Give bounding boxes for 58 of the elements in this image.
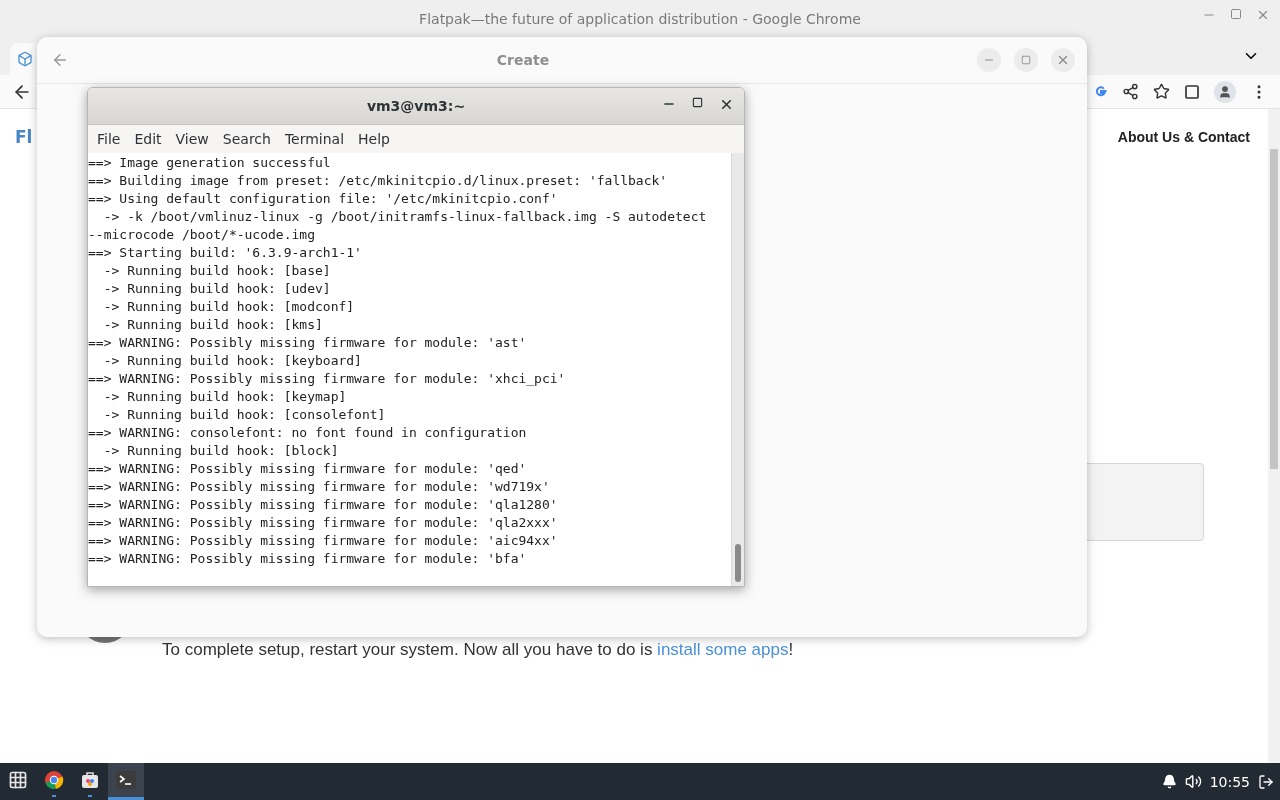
google-logo-icon[interactable]: [1094, 84, 1108, 99]
terminal-title: vm3@vm3:~: [366, 98, 466, 114]
terminal-line: --microcode /boot/*-ucode.img: [88, 226, 316, 244]
menu-item[interactable]: Edit: [127, 131, 169, 147]
terminal-line: -> Running build hook: [keymap]: [102, 388, 348, 406]
terminal-line: ==> WARNING: Possibly missing firmware for module: 'qla1280': [88, 496, 559, 514]
terminal-line: ==> WARNING: Possibly missing firmware for module: 'wd719x': [88, 478, 551, 496]
terminal-line: ==> Image generation successful: [88, 154, 332, 172]
nav-link[interactable]: About Us & Contact: [1117, 129, 1250, 145]
menu-item[interactable]: Search: [215, 131, 278, 147]
terminal-line: -> Running build hook: [keyboard]: [102, 352, 363, 370]
terminal-line: -> Running build hook: [block]: [102, 442, 340, 460]
maximize-icon: [1021, 55, 1031, 65]
cube-icon: [17, 51, 33, 67]
terminal-icon: [116, 771, 136, 789]
terminal-line: ==> Starting build: '6.3.9-arch1-1': [88, 244, 363, 262]
terminal-line: ==> Using default configuration file: '/etc/mkinitcpio.conf': [88, 190, 559, 208]
terminal-line: ==> WARNING: Possibly missing firmware for module: 'qed': [88, 460, 528, 478]
step-text: To complete setup, restart your system. Now all you have to do is install some apps!: [162, 640, 794, 660]
terminal-line: ==> WARNING: Possibly missing firmware for module: 'bfa': [88, 550, 528, 568]
terminal-line: -> Running build hook: [consolefont]: [102, 406, 387, 424]
close-icon: [1056, 53, 1070, 67]
terminal-line: ==> WARNING: Possibly missing firmware for module: 'ast': [88, 334, 528, 352]
browser-icon: [44, 770, 64, 790]
profile-avatar[interactable]: [1214, 80, 1236, 103]
shopping-bag-icon: [80, 770, 100, 790]
menu-item[interactable]: View: [168, 131, 216, 147]
terminal-line: ==> WARNING: Possibly missing firmware for module: 'qla2xxx': [88, 514, 559, 532]
close-button[interactable]: [1051, 48, 1075, 72]
terminal-line: ==> WARNING: consolefont: no font found in configuration: [88, 424, 528, 442]
terminal-line: -> Running build hook: [kms]: [102, 316, 324, 334]
side-panel-icon[interactable]: [1184, 83, 1200, 100]
terminal-scrollbar[interactable]: [731, 153, 744, 586]
terminal-line: ==> Building image from preset: /etc/mkinitcpio.d/linux.preset: 'fallback': [88, 172, 669, 190]
browser-tab[interactable]: [10, 43, 40, 75]
dialog-title: Create: [496, 52, 550, 68]
page-scrollbar[interactable]: [1268, 109, 1280, 763]
notification-bell-icon[interactable]: [1161, 774, 1177, 789]
bookmark-star-icon[interactable]: [1153, 83, 1170, 100]
window-title: Flatpak—the future of application distribution - Google Chrome: [419, 10, 861, 27]
menu-item[interactable]: Terminal: [277, 131, 352, 147]
terminal-line: -> Running build hook: [base]: [102, 262, 332, 280]
close-icon[interactable]: [719, 97, 734, 112]
share-icon[interactable]: [1122, 83, 1139, 100]
terminal-line: -> -k /boot/vmlinuz-linux -g /boot/initramfs-linux-fallback.img -S autodetect: [102, 208, 708, 226]
terminal-line: -> Running build hook: [udev]: [102, 280, 332, 298]
app-grid-icon: [8, 770, 28, 790]
terminal-line: -> Running build hook: [modconf]: [102, 298, 356, 316]
terminal-line: ==> WARNING: Possibly missing firmware for module: 'xhci_pci': [88, 370, 567, 388]
install-apps-link[interactable]: install some apps: [657, 640, 789, 659]
maximize-icon[interactable]: [692, 97, 703, 108]
menu-item[interactable]: Help: [351, 131, 397, 147]
site-logo[interactable]: Fl: [15, 127, 33, 147]
logout-icon[interactable]: [1258, 773, 1274, 790]
terminal-line: ==> WARNING: Possibly missing firmware for module: 'aic94xx': [88, 532, 559, 550]
menu-item[interactable]: File: [90, 131, 128, 147]
volume-icon[interactable]: [1184, 773, 1202, 790]
clock[interactable]: 10:55: [1209, 773, 1250, 790]
